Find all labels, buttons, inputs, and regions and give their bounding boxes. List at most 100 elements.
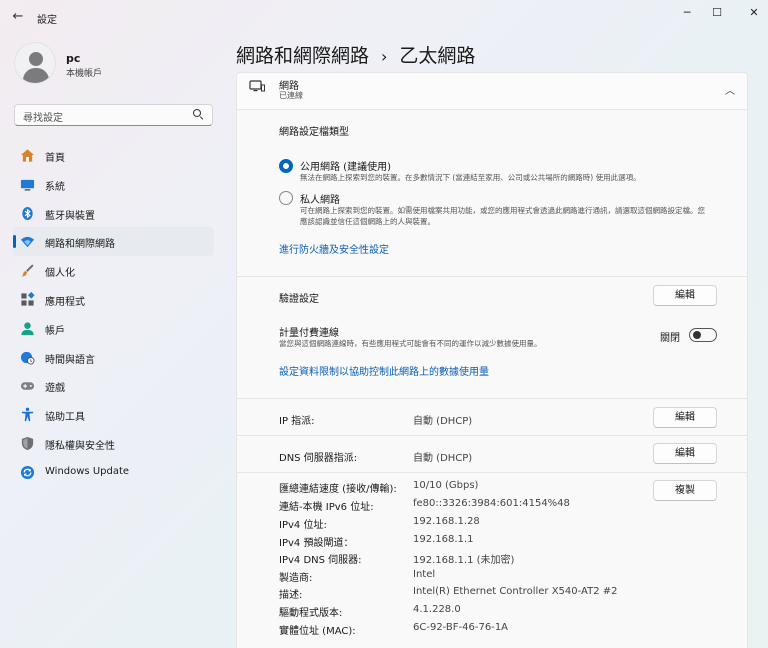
avatar-head-icon (29, 52, 43, 66)
prop-value: 192.168.1.1 (未加密) (413, 555, 515, 566)
sidebar-item-label: 應用程式 (45, 296, 85, 308)
firewall-settings-link[interactable]: 進行防火牆及安全性設定 (279, 241, 389, 256)
sidebar-item-label: 系統 (45, 181, 65, 193)
ip-assignment-value: 自動 (DHCP) (413, 416, 473, 427)
sidebar-item-system[interactable]: 系統 (13, 170, 214, 199)
public-network-label: 公用網路 (建議使用) (300, 162, 391, 173)
sidebar-item-gaming[interactable]: 遊戲 (13, 371, 214, 400)
metered-connection-desc: 當您與這個網路連線時，有些應用程式可能會有不同的運作以減少數據使用量。 (279, 339, 542, 348)
brush-icon (21, 264, 34, 277)
public-network-radio[interactable] (279, 159, 293, 173)
breadcrumb-parent[interactable]: 網路和網際網路 (236, 45, 369, 67)
sidebar-nav: 首頁 系統 藍牙與裝置 網路和網際網路 個人化 應用程式 帳戶 時間與語言 遊戲… (13, 141, 214, 487)
ip-assignment-label: IP 指派: (279, 416, 315, 427)
dns-assignment-label: DNS 伺服器指派: (279, 453, 358, 464)
monitor-icon (20, 179, 35, 191)
auth-edit-button[interactable]: 編輯 (653, 285, 717, 306)
sidebar-item-label: 協助工具 (45, 412, 85, 424)
data-limit-link[interactable]: 設定資料限制以協助控制此網路上的數據使用量 (279, 363, 489, 378)
search-input[interactable]: 尋找設定 (14, 104, 213, 126)
private-network-desc: 可在網路上探索到您的裝置。如需使用檔案共用功能，或您的應用程式會透過此網路進行通… (300, 206, 705, 226)
prop-value: 192.168.1.28 (413, 516, 480, 527)
prop-label: IPv4 DNS 伺服器: (279, 555, 362, 566)
prop-value: Intel(R) Ethernet Controller X540-AT2 #2 (413, 586, 618, 597)
minimize-button[interactable]: ─ (673, 4, 701, 22)
user-profile[interactable]: pc 本機帳戶 (14, 42, 214, 86)
back-button[interactable]: ← (8, 8, 28, 26)
prop-label: 描述: (279, 590, 303, 601)
ip-edit-button[interactable]: 編輯 (653, 407, 717, 428)
sidebar-item-label: 帳戶 (45, 325, 65, 337)
sidebar-item-windows-update[interactable]: Windows Update (13, 458, 214, 487)
prop-value: 4.1.228.0 (413, 604, 461, 615)
sidebar-item-accounts[interactable]: 帳戶 (13, 314, 214, 343)
prop-label: IPv4 位址: (279, 520, 327, 531)
network-card-header[interactable]: 網路 已連線 ︿ (236, 72, 748, 110)
metered-toggle[interactable] (689, 328, 717, 342)
sidebar-item-time-language[interactable]: 時間與語言 (13, 343, 214, 372)
divider (237, 276, 748, 277)
metered-toggle-state: 關閉 (660, 333, 680, 344)
gamepad-icon (20, 382, 35, 391)
private-network-radio[interactable] (279, 191, 293, 205)
divider (237, 398, 748, 399)
sidebar-item-bluetooth[interactable]: 藍牙與裝置 (13, 199, 214, 228)
prop-value: 6C-92-BF-46-76-1A (413, 622, 509, 633)
apps-icon (21, 291, 35, 306)
sidebar-item-label: 個人化 (45, 268, 75, 280)
page-title: 乙太網路 (399, 45, 476, 67)
toggle-knob (693, 331, 701, 339)
prop-label: 驅動程式版本: (279, 608, 343, 619)
sidebar-item-network[interactable]: 網路和網際網路 (13, 227, 214, 257)
sidebar-item-label: 網路和網際網路 (45, 239, 115, 251)
profile-type-title: 網路設定檔類型 (279, 127, 349, 138)
copy-button[interactable]: 複製 (653, 480, 717, 501)
sidebar-item-label: Windows Update (45, 465, 130, 477)
avatar (14, 42, 56, 84)
auth-settings-label: 驗證設定 (279, 294, 319, 305)
chevron-right-icon: › (381, 47, 388, 66)
accessibility-icon (21, 407, 34, 422)
network-card-body: 網路設定檔類型 公用網路 (建議使用) 無法在網路上探索到您的裝置。在多數情況下… (236, 110, 748, 648)
prop-value: 10/10 (Gbps) (413, 480, 479, 491)
divider (237, 435, 748, 436)
sidebar-item-apps[interactable]: 應用程式 (13, 285, 214, 314)
network-card-status: 已連線 (279, 91, 303, 100)
private-network-label: 私人網路 (300, 195, 340, 206)
sidebar-item-label: 隱私權與安全性 (45, 440, 115, 452)
dns-edit-button[interactable]: 編輯 (653, 443, 717, 464)
sidebar-item-home[interactable]: 首頁 (13, 141, 214, 170)
dns-assignment-value: 自動 (DHCP) (413, 453, 473, 464)
search-placeholder: 尋找設定 (23, 113, 63, 124)
sidebar-item-privacy[interactable]: 隱私權與安全性 (13, 429, 214, 458)
profile-name: pc (66, 52, 81, 65)
prop-label: 連結-本機 IPv6 位址: (279, 502, 374, 513)
sidebar-item-label: 藍牙與裝置 (45, 210, 95, 222)
sidebar-item-label: 遊戲 (45, 383, 65, 395)
sidebar-item-label: 首頁 (45, 153, 65, 164)
content-panel: 網路 已連線 ︿ 網路設定檔類型 公用網路 (建議使用) 無法在網路上探索到您的… (236, 72, 748, 648)
prop-label: 製造商: (279, 573, 313, 584)
breadcrumb: 網路和網際網路 › 乙太網路 (236, 41, 475, 68)
prop-value: 192.168.1.1 (413, 534, 474, 545)
search-icon[interactable] (193, 109, 204, 121)
metered-connection-label: 計量付費連線 (279, 328, 339, 339)
update-icon (20, 465, 35, 479)
prop-value: fe80::3326:3984:601:4154%48 (413, 498, 570, 509)
sidebar-item-accessibility[interactable]: 協助工具 (13, 400, 214, 429)
prop-label: 匯總連結速度 (接收/傳輸): (279, 484, 397, 495)
avatar-body-icon (23, 68, 49, 83)
sidebar-item-personalization[interactable]: 個人化 (13, 256, 214, 285)
ethernet-pc-icon (249, 80, 265, 92)
person-icon (21, 322, 34, 335)
prop-label: 實體位址 (MAC): (279, 626, 356, 637)
maximize-button[interactable]: ☐ (703, 4, 731, 22)
globe-clock-icon (20, 351, 35, 365)
title-bar: ← 設定 ─ ☐ ✕ (0, 0, 768, 34)
profile-account-type: 本機帳戶 (66, 69, 103, 79)
chevron-up-icon[interactable]: ︿ (725, 82, 735, 97)
sidebar-item-label: 時間與語言 (45, 354, 95, 366)
settings-window: ← 設定 ─ ☐ ✕ pc 本機帳戶 尋找設定 首頁 系統 藍牙與裝置 網路和網… (0, 0, 768, 648)
shield-icon (21, 436, 34, 451)
close-button[interactable]: ✕ (740, 4, 768, 22)
